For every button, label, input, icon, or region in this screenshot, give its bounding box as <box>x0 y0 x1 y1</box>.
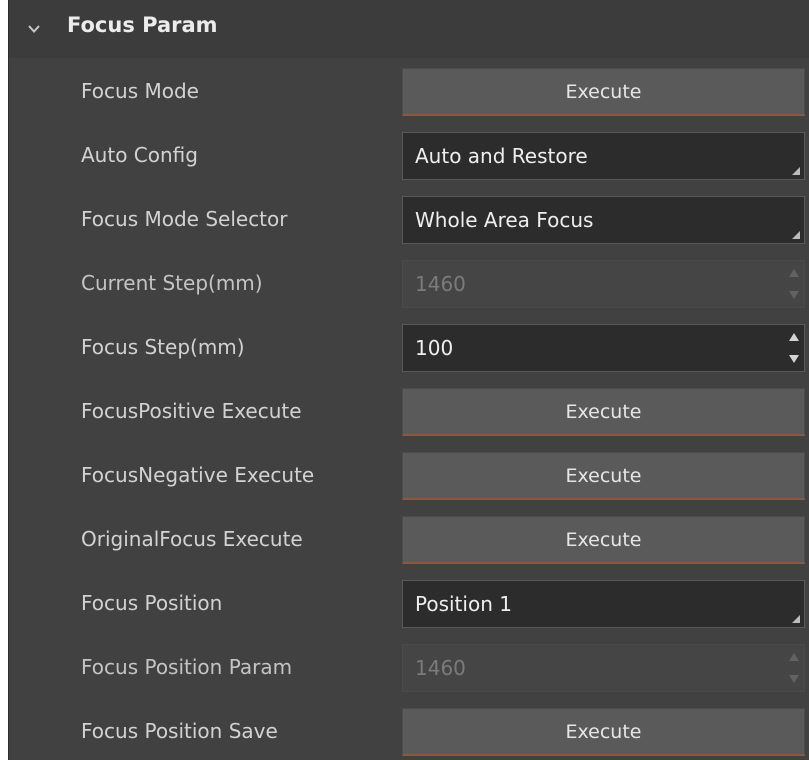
focus-mode-selector-value: Whole Area Focus <box>415 208 594 232</box>
row-focus-position-save: Focus Position Save Execute <box>9 704 809 758</box>
focus-step-value: 100 <box>415 336 454 360</box>
row-focus-mode: Focus Mode Execute <box>9 64 809 118</box>
original-focus-execute-button[interactable]: Execute <box>402 516 805 564</box>
current-step-value: 1460 <box>415 272 466 296</box>
focus-positive-execute-button[interactable]: Execute <box>402 388 805 436</box>
row-label: Current Step(mm) <box>81 271 263 295</box>
row-focus-position: Focus Position Position 1 <box>9 576 809 630</box>
row-label: Focus Step(mm) <box>81 335 245 359</box>
arrow-down-icon <box>789 675 799 683</box>
chevron-down-icon[interactable] <box>27 22 41 36</box>
row-label: Focus Mode Selector <box>81 207 288 231</box>
arrow-up-icon <box>789 269 799 277</box>
focus-negative-execute-button[interactable]: Execute <box>402 452 805 500</box>
arrow-down-icon <box>789 291 799 299</box>
row-focus-step: Focus Step(mm) 100 <box>9 320 809 374</box>
focus-position-value: Position 1 <box>415 592 512 616</box>
section-header[interactable]: Focus Param <box>9 0 809 58</box>
row-focus-position-param: Focus Position Param 1460 <box>9 640 809 694</box>
row-label: FocusPositive Execute <box>81 399 302 423</box>
row-focus-positive: FocusPositive Execute Execute <box>9 384 809 438</box>
row-focus-mode-selector: Focus Mode Selector Whole Area Focus <box>9 192 809 246</box>
row-label: Focus Position <box>81 591 223 615</box>
spin-arrows-icon <box>787 265 801 303</box>
auto-config-select[interactable]: Auto and Restore <box>402 132 805 180</box>
row-label: Focus Mode <box>81 79 199 103</box>
row-label: FocusNegative Execute <box>81 463 315 487</box>
row-label: Focus Position Save <box>81 719 278 743</box>
arrow-up-icon[interactable] <box>789 333 799 341</box>
dropdown-corner-icon <box>792 615 800 623</box>
focus-position-param-field: 1460 <box>402 644 805 692</box>
section-title: Focus Param <box>67 13 218 37</box>
row-label: Focus Position Param <box>81 655 293 679</box>
arrow-up-icon <box>789 653 799 661</box>
focus-position-param-value: 1460 <box>415 656 466 680</box>
row-current-step: Current Step(mm) 1460 <box>9 256 809 310</box>
row-focus-negative: FocusNegative Execute Execute <box>9 448 809 502</box>
focus-step-field[interactable]: 100 <box>402 324 805 372</box>
row-label: OriginalFocus Execute <box>81 527 303 551</box>
focus-position-save-button[interactable]: Execute <box>402 708 805 756</box>
arrow-down-icon[interactable] <box>789 355 799 363</box>
spin-arrows-icon <box>787 649 801 687</box>
auto-config-value: Auto and Restore <box>415 144 588 168</box>
focus-param-panel: Focus Param Focus Mode Execute Auto Conf… <box>8 0 809 760</box>
focus-position-select[interactable]: Position 1 <box>402 580 805 628</box>
row-label: Auto Config <box>81 143 198 167</box>
current-step-field: 1460 <box>402 260 805 308</box>
dropdown-corner-icon <box>792 231 800 239</box>
focus-mode-selector-select[interactable]: Whole Area Focus <box>402 196 805 244</box>
focus-mode-execute-button[interactable]: Execute <box>402 68 805 116</box>
row-original-focus: OriginalFocus Execute Execute <box>9 512 809 566</box>
row-auto-config: Auto Config Auto and Restore <box>9 128 809 182</box>
dropdown-corner-icon <box>792 167 800 175</box>
spin-arrows-icon[interactable] <box>787 329 801 367</box>
